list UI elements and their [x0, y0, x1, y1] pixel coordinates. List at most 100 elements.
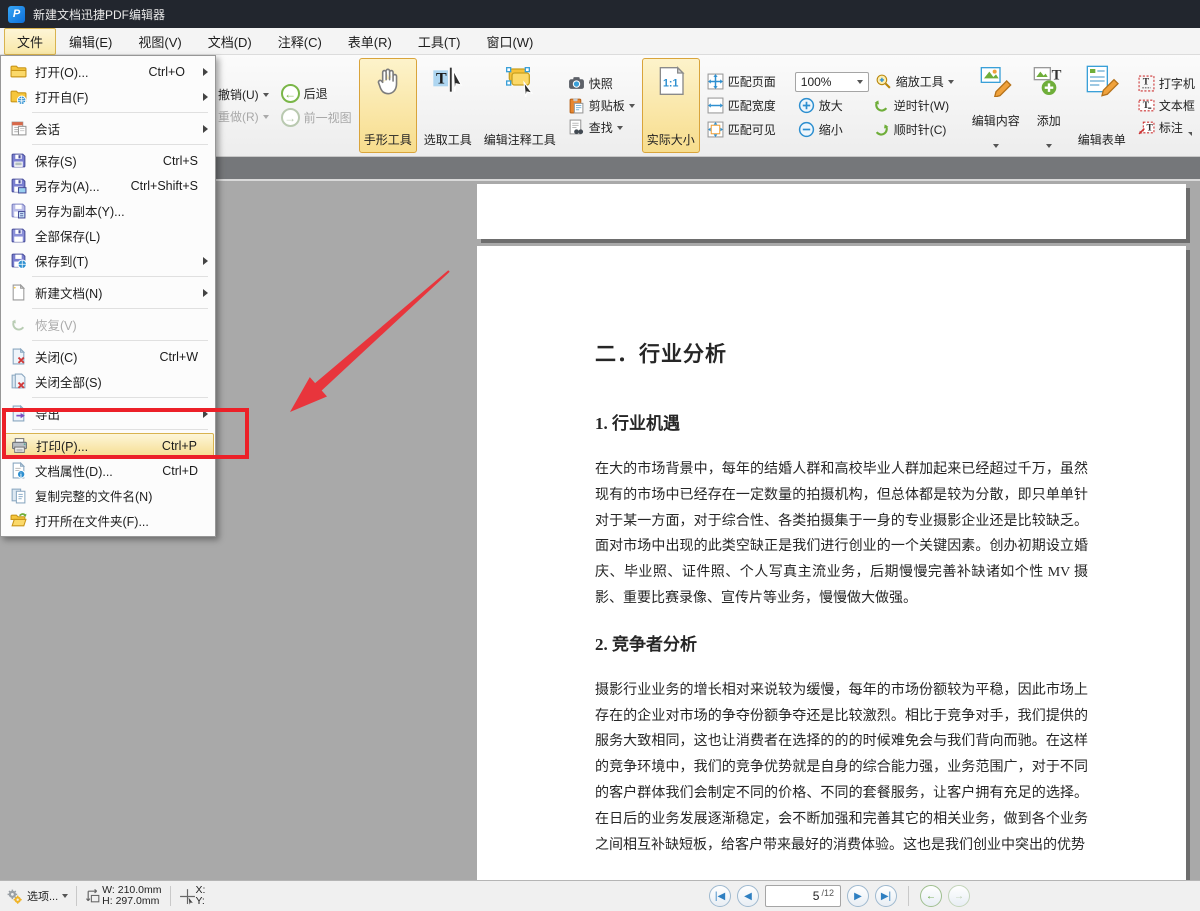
typewriter-label: 打字机: [1159, 75, 1195, 92]
menu-edit[interactable]: 编辑(E): [56, 28, 125, 55]
view-back-button[interactable]: ←: [920, 885, 942, 907]
textbox-icon: T: [1138, 97, 1155, 114]
redo-button[interactable]: 重做(R): [215, 106, 272, 127]
copy-filename-icon: [10, 487, 27, 504]
doc-section2-title: 2. 竞争者分析: [595, 630, 1088, 655]
chevron-down-icon[interactable]: [263, 115, 269, 119]
file-menu-open-from[interactable]: 打开自(F): [2, 84, 214, 109]
edit-content-button[interactable]: 编辑内容: [967, 58, 1025, 153]
rotate-ccw-button[interactable]: 逆时针(W): [870, 95, 952, 116]
file-menu-save-as[interactable]: 另存为(A)...Ctrl+Shift+S: [2, 173, 214, 198]
hand-tool-label: 手形工具: [364, 131, 412, 148]
fit-width-button[interactable]: 匹配宽度: [704, 95, 792, 116]
file-menu-close[interactable]: 关闭(C)Ctrl+W: [2, 344, 214, 369]
textbox-button[interactable]: T 文本框: [1135, 95, 1200, 116]
menu-separator: [32, 112, 208, 113]
file-menu-open-containing-folder[interactable]: 打开所在文件夹(F)...: [2, 508, 214, 533]
zoom-in-button[interactable]: 放大: [795, 95, 867, 116]
snapshot-button[interactable]: 快照: [565, 73, 638, 94]
page-number-input[interactable]: 5 /12: [765, 885, 841, 907]
edit-annotation-tool-button[interactable]: 编辑注释工具: [479, 58, 561, 153]
zoom-tool-button[interactable]: 缩放工具: [872, 71, 957, 92]
add-button[interactable]: T 添加: [1027, 58, 1071, 153]
zoom-group: 匹配页面 100% 缩放工具: [701, 55, 960, 156]
menu-separator: [32, 340, 208, 341]
file-menu-revert[interactable]: 恢复(V): [2, 312, 214, 337]
file-menu-session[interactable]: 会话: [2, 116, 214, 141]
callout-icon: T: [1138, 119, 1155, 136]
folder-icon: [10, 63, 27, 80]
options-button[interactable]: 选项...: [27, 888, 68, 904]
zoom-level-select[interactable]: 100%: [795, 72, 869, 92]
hand-icon: [371, 65, 405, 97]
fit-page-label: 匹配页面: [728, 73, 776, 90]
menu-separator: [32, 429, 208, 430]
menu-tools[interactable]: 工具(T): [405, 28, 474, 55]
save-to-icon: [10, 252, 27, 269]
chevron-down-icon[interactable]: [948, 80, 954, 84]
first-page-button[interactable]: |◀: [709, 885, 731, 907]
previous-view-button[interactable]: → 前一视图: [278, 106, 355, 129]
total-pages-value: /12: [821, 888, 834, 898]
file-menu-new-document[interactable]: 新建文档(N): [2, 280, 214, 305]
doc-heading: 二．行业分析: [595, 338, 1088, 368]
menu-separator: [32, 144, 208, 145]
find-button[interactable]: 查找: [565, 117, 638, 138]
statusbar-divider: [76, 886, 77, 906]
typewriter-button[interactable]: T 打字机: [1135, 73, 1200, 94]
zoom-out-button[interactable]: 缩小: [795, 119, 867, 140]
menu-document[interactable]: 文档(D): [195, 28, 265, 55]
zoom-in-label: 放大: [819, 97, 843, 114]
statusbar-divider: [170, 886, 171, 906]
chevron-down-icon[interactable]: [629, 104, 635, 108]
next-page-button[interactable]: ▶: [847, 885, 869, 907]
fit-page-button[interactable]: 匹配页面: [704, 71, 792, 92]
fit-visible-button[interactable]: 匹配可见: [704, 119, 792, 140]
menu-form[interactable]: 表单(R): [335, 28, 405, 55]
last-page-button[interactable]: ▶|: [875, 885, 897, 907]
file-menu-document-properties[interactable]: i 文档属性(D)...Ctrl+D: [2, 458, 214, 483]
edit-form-button[interactable]: 编辑表单: [1073, 58, 1131, 153]
clipboard-button[interactable]: 剪贴板: [565, 95, 638, 116]
file-menu-export[interactable]: 导出: [2, 401, 214, 426]
current-page-value: 5: [813, 889, 820, 903]
file-menu-copy-filename[interactable]: 复制完整的文件名(N): [2, 483, 214, 508]
doc-section1-body: 在大的市场背景中，每年的结婚人群和高校毕业人群加起来已经超过千万，虽然现有的市场…: [595, 457, 1088, 612]
camera-icon: [568, 75, 585, 92]
clipboard-icon: [568, 97, 585, 114]
fit-width-icon: [707, 97, 724, 114]
file-menu-save[interactable]: 保存(S)Ctrl+S: [2, 148, 214, 173]
rotate-cw-button[interactable]: 顺时针(C): [870, 119, 950, 140]
plus-circle-icon: [798, 97, 815, 114]
window-title: 新建文档迅捷PDF编辑器: [33, 6, 165, 23]
menu-comment[interactable]: 注释(C): [265, 28, 335, 55]
menu-window[interactable]: 窗口(W): [473, 28, 546, 55]
chevron-down-icon[interactable]: [1046, 144, 1052, 148]
previous-page-button[interactable]: ◀: [737, 885, 759, 907]
file-menu-save-copy[interactable]: 另存为副本(Y)...: [2, 198, 214, 223]
chevron-down-icon: [62, 894, 68, 898]
file-menu-close-all[interactable]: 关闭全部(S): [2, 369, 214, 394]
menu-view[interactable]: 视图(V): [125, 28, 194, 55]
edit-form-icon: [1085, 65, 1119, 97]
file-menu-save-to[interactable]: 保存到(T): [2, 248, 214, 273]
title-bar: P 新建文档迅捷PDF编辑器: [0, 0, 1200, 28]
chevron-down-icon[interactable]: [617, 126, 623, 130]
view-forward-button[interactable]: →: [948, 885, 970, 907]
history-group: 撤销(U) 重做(R): [212, 55, 275, 156]
file-menu-open[interactable]: 打开(O)...Ctrl+O: [2, 59, 214, 84]
file-menu-save-all[interactable]: 全部保存(L): [2, 223, 214, 248]
chevron-down-icon[interactable]: [993, 144, 999, 148]
chevron-down-icon[interactable]: [263, 93, 269, 97]
file-menu-print[interactable]: 打印(P)...Ctrl+P: [2, 433, 214, 458]
add-label: 添加: [1037, 112, 1061, 129]
cursor-position-icon: [179, 888, 196, 905]
menu-file[interactable]: 文件: [4, 28, 56, 55]
hand-tool-button[interactable]: 手形工具: [359, 58, 417, 153]
select-tool-button[interactable]: T 选取工具: [419, 58, 477, 153]
actual-size-button[interactable]: 1:1 实际大小: [642, 58, 700, 153]
submenu-arrow-icon: [203, 257, 208, 265]
undo-button[interactable]: 撤销(U): [215, 84, 272, 105]
back-button[interactable]: ← 后退: [278, 82, 355, 105]
callout-button[interactable]: T 标注: [1135, 117, 1200, 138]
